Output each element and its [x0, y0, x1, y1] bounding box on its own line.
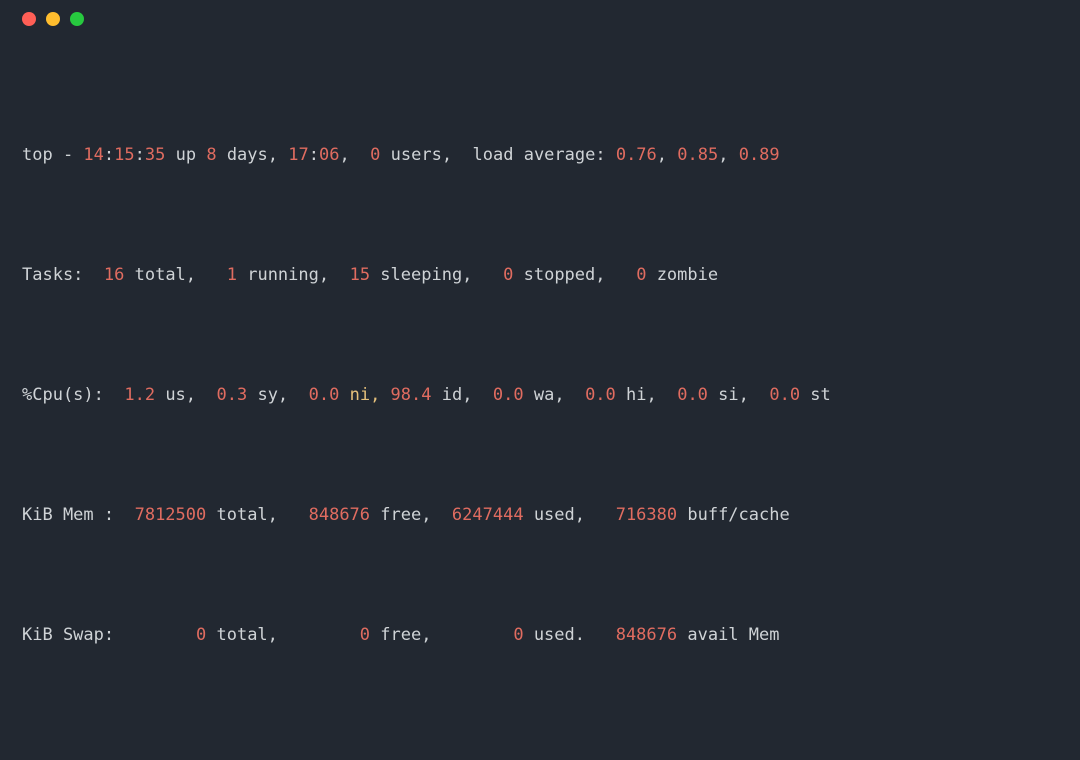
- label: free,: [370, 505, 452, 525]
- window-title-bar: [0, 0, 1080, 38]
- tasks-sleeping: 15: [350, 265, 370, 285]
- mem-buffcache: 716380: [616, 505, 677, 525]
- loadavg-15: 0.89: [739, 145, 780, 165]
- window-zoom-icon[interactable]: [70, 12, 84, 26]
- tasks-stopped: 0: [503, 265, 513, 285]
- label: users, load average:: [380, 145, 615, 165]
- label: total,: [124, 265, 226, 285]
- label: used,: [524, 505, 616, 525]
- swap-total: 0: [196, 625, 206, 645]
- label: id,: [432, 385, 493, 405]
- label: si,: [708, 385, 769, 405]
- time-seconds: 35: [145, 145, 165, 165]
- label: ,: [339, 145, 370, 165]
- loadavg-5: 0.85: [677, 145, 718, 165]
- terminal-output: top - 14:15:35 up 8 days, 17:06, 0 users…: [0, 38, 1080, 760]
- cpu-wa: 0.0: [493, 385, 524, 405]
- label: wa,: [524, 385, 585, 405]
- label: stopped,: [513, 265, 636, 285]
- window-minimize-icon[interactable]: [46, 12, 60, 26]
- label: ni,: [339, 385, 390, 405]
- label: Tasks:: [22, 265, 104, 285]
- colon: :: [309, 145, 319, 165]
- uptime-hours: 17: [288, 145, 308, 165]
- time-minutes: 15: [114, 145, 134, 165]
- label: used.: [524, 625, 616, 645]
- tasks-running: 1: [227, 265, 237, 285]
- tasks-zombie: 0: [636, 265, 646, 285]
- label: total,: [206, 625, 360, 645]
- mem-total: 7812500: [135, 505, 207, 525]
- label: sy,: [247, 385, 308, 405]
- sep: ,: [657, 145, 677, 165]
- swap-free: 0: [360, 625, 370, 645]
- tasks-total: 16: [104, 265, 124, 285]
- mem-avail: 848676: [616, 625, 677, 645]
- cpu-us: 1.2: [124, 385, 155, 405]
- label: sleeping,: [370, 265, 503, 285]
- label: days,: [217, 145, 289, 165]
- cpu-st: 0.0: [769, 385, 800, 405]
- mem-used: 6247444: [452, 505, 524, 525]
- label: us,: [155, 385, 216, 405]
- uptime-days: 8: [206, 145, 216, 165]
- top-swap-line: KiB Swap: 0 total, 0 free, 0 used. 84867…: [22, 620, 1080, 650]
- time-hours: 14: [83, 145, 103, 165]
- top-summary-line: top - 14:15:35 up 8 days, 17:06, 0 users…: [22, 140, 1080, 170]
- cpu-si: 0.0: [677, 385, 708, 405]
- label: free,: [370, 625, 513, 645]
- window-close-icon[interactable]: [22, 12, 36, 26]
- label: %Cpu(s):: [22, 385, 124, 405]
- cpu-ni: 0.0: [309, 385, 340, 405]
- cpu-hi: 0.0: [585, 385, 616, 405]
- users-count: 0: [370, 145, 380, 165]
- top-mem-line: KiB Mem : 7812500 total, 848676 free, 62…: [22, 500, 1080, 530]
- label: avail Mem: [677, 625, 779, 645]
- sep: ,: [718, 145, 738, 165]
- top-cpu-line: %Cpu(s): 1.2 us, 0.3 sy, 0.0 ni, 98.4 id…: [22, 380, 1080, 410]
- label: up: [165, 145, 206, 165]
- label: total,: [206, 505, 308, 525]
- label: KiB Mem :: [22, 505, 135, 525]
- label: hi,: [616, 385, 677, 405]
- label: st: [800, 385, 831, 405]
- blank-line: [22, 710, 1080, 740]
- top-tasks-line: Tasks: 16 total, 1 running, 15 sleeping,…: [22, 260, 1080, 290]
- mem-free: 848676: [309, 505, 370, 525]
- label: running,: [237, 265, 350, 285]
- uptime-minutes: 06: [319, 145, 339, 165]
- loadavg-1: 0.76: [616, 145, 657, 165]
- colon: :: [135, 145, 145, 165]
- cpu-id: 98.4: [391, 385, 432, 405]
- label: top -: [22, 145, 83, 165]
- label: zombie: [646, 265, 718, 285]
- cpu-sy: 0.3: [217, 385, 248, 405]
- swap-used: 0: [513, 625, 523, 645]
- colon: :: [104, 145, 114, 165]
- label: buff/cache: [677, 505, 790, 525]
- label: KiB Swap:: [22, 625, 196, 645]
